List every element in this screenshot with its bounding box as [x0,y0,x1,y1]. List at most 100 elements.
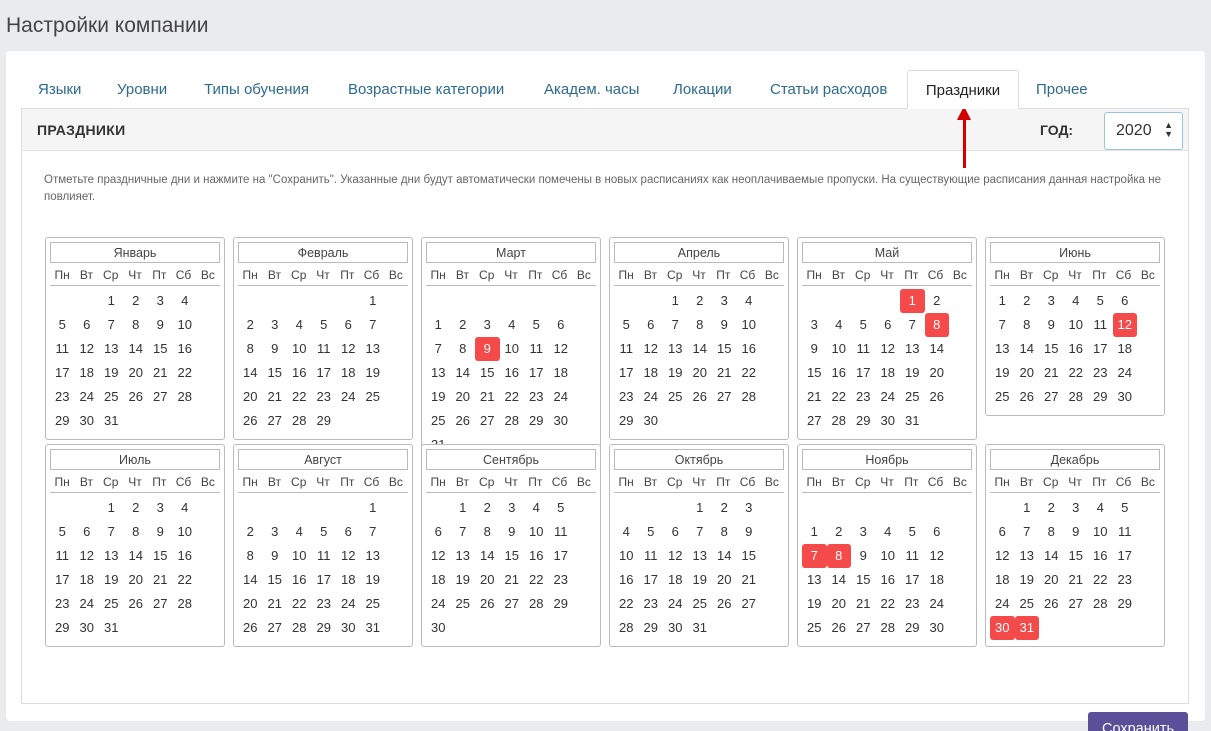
calendar-day[interactable]: 2 [124,496,149,520]
calendar-day[interactable]: 18 [663,568,688,592]
calendar-day[interactable]: 16 [287,361,312,385]
calendar-day[interactable]: 4 [614,520,639,544]
calendar-day[interactable]: 19 [1015,568,1040,592]
calendar-day[interactable]: 16 [1064,337,1089,361]
calendar-day[interactable]: 4 [1064,289,1089,313]
calendar-day[interactable]: 19 [361,568,386,592]
calendar-day[interactable]: 30 [336,616,361,640]
calendar-day[interactable]: 18 [876,361,901,385]
calendar-day[interactable]: 14 [1015,337,1040,361]
calendar-day[interactable]: 9 [263,337,288,361]
calendar-day[interactable]: 21 [802,385,827,409]
calendar-day[interactable]: 23 [524,385,549,409]
calendar-day[interactable]: 30 [925,616,950,640]
calendar-day[interactable]: 15 [1064,544,1089,568]
tab-academic-hours[interactable]: Академ. часы [544,70,639,109]
calendar-day[interactable]: 11 [851,337,876,361]
calendar-day[interactable]: 10 [287,544,312,568]
calendar-day[interactable]: 29 [639,616,664,640]
calendar-day[interactable]: 27 [737,592,762,616]
calendar-day[interactable]: 3 [802,313,827,337]
calendar-day[interactable]: 8 [124,520,149,544]
calendar-day[interactable]: 14 [712,544,737,568]
calendar-day[interactable]: 5 [851,313,876,337]
calendar-day[interactable]: 31 [99,409,124,433]
calendar-day[interactable]: 6 [336,520,361,544]
tab-age-categories[interactable]: Возрастные категории [348,70,504,109]
calendar-day[interactable]: 31 [99,616,124,640]
calendar-day[interactable]: 25 [451,592,476,616]
calendar-day[interactable]: 4 [287,520,312,544]
calendar-day[interactable]: 13 [361,337,386,361]
calendar-day[interactable]: 17 [312,568,337,592]
calendar-day[interactable]: 14 [451,361,476,385]
calendar-day[interactable]: 19 [900,361,925,385]
calendar-day[interactable]: 18 [75,361,100,385]
calendar-day[interactable]: 25 [802,616,827,640]
calendar-day[interactable]: 14 [827,568,852,592]
calendar-day[interactable]: 23 [549,568,574,592]
calendar-day[interactable]: 4 [827,313,852,337]
calendar-day[interactable]: 6 [336,313,361,337]
calendar-day[interactable]: 1 [451,496,476,520]
calendar-day[interactable]: 3 [263,520,288,544]
calendar-day[interactable]: 15 [500,544,525,568]
calendar-day[interactable]: 7 [99,520,124,544]
holiday-day[interactable]: 30 [990,616,1015,640]
calendar-day[interactable]: 7 [663,313,688,337]
calendar-day[interactable]: 3 [148,289,173,313]
calendar-day[interactable]: 28 [614,616,639,640]
calendar-day[interactable]: 4 [1088,496,1113,520]
calendar-day[interactable]: 22 [614,592,639,616]
calendar-day[interactable]: 8 [712,520,737,544]
tab-expense-items[interactable]: Статьи расходов [770,70,887,109]
calendar-day[interactable]: 11 [50,544,75,568]
calendar-day[interactable]: 25 [426,409,451,433]
calendar-day[interactable]: 26 [1039,592,1064,616]
calendar-day[interactable]: 11 [614,337,639,361]
calendar-day[interactable]: 3 [712,289,737,313]
calendar-day[interactable]: 5 [312,520,337,544]
calendar-day[interactable]: 28 [524,592,549,616]
calendar-day[interactable]: 13 [451,544,476,568]
calendar-day[interactable]: 7 [688,520,713,544]
tab-levels[interactable]: Уровни [117,70,167,109]
calendar-day[interactable]: 10 [876,544,901,568]
calendar-day[interactable]: 5 [50,313,75,337]
calendar-day[interactable]: 3 [851,520,876,544]
calendar-day[interactable]: 4 [737,289,762,313]
calendar-day[interactable]: 9 [148,313,173,337]
calendar-day[interactable]: 8 [124,313,149,337]
calendar-day[interactable]: 14 [124,544,149,568]
calendar-day[interactable]: 17 [1113,544,1138,568]
calendar-day[interactable]: 15 [851,568,876,592]
calendar-day[interactable]: 27 [148,592,173,616]
calendar-day[interactable]: 17 [524,361,549,385]
calendar-day[interactable]: 21 [148,361,173,385]
calendar-day[interactable]: 14 [1039,544,1064,568]
calendar-day[interactable]: 6 [1113,289,1138,313]
calendar-day[interactable]: 17 [639,568,664,592]
calendar-day[interactable]: 29 [851,409,876,433]
calendar-day[interactable]: 12 [549,337,574,361]
calendar-day[interactable]: 25 [361,385,386,409]
calendar-day[interactable]: 8 [451,337,476,361]
calendar-day[interactable]: 1 [361,496,386,520]
calendar-day[interactable]: 20 [238,592,263,616]
calendar-day[interactable]: 30 [75,616,100,640]
calendar-day[interactable]: 8 [238,544,263,568]
calendar-day[interactable]: 3 [1039,289,1064,313]
calendar-day[interactable]: 1 [426,313,451,337]
calendar-day[interactable]: 27 [500,592,525,616]
calendar-day[interactable]: 3 [148,496,173,520]
calendar-day[interactable]: 9 [263,544,288,568]
calendar-day[interactable]: 28 [876,616,901,640]
calendar-day[interactable]: 20 [1039,568,1064,592]
calendar-day[interactable]: 12 [426,544,451,568]
calendar-day[interactable]: 27 [1039,385,1064,409]
calendar-day[interactable]: 24 [1113,361,1138,385]
calendar-day[interactable]: 8 [238,337,263,361]
calendar-day[interactable]: 28 [287,409,312,433]
calendar-day[interactable]: 21 [263,385,288,409]
calendar-day[interactable]: 27 [1064,592,1089,616]
